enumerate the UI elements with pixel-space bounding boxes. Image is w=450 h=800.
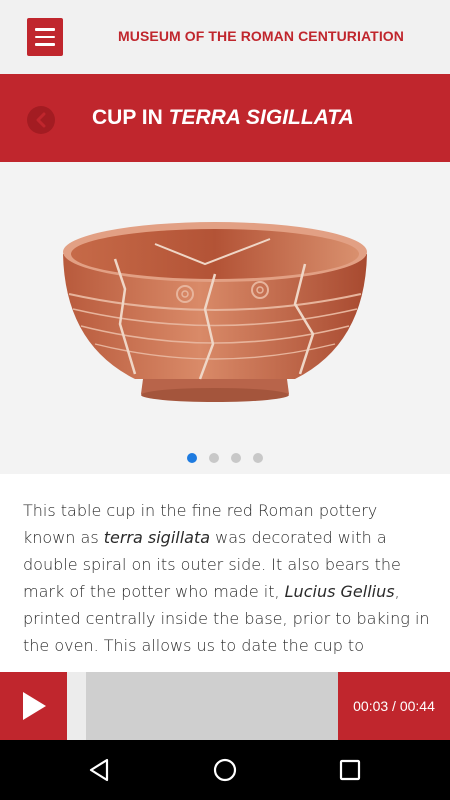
gallery-dot[interactable]: [187, 453, 197, 463]
nav-back-icon[interactable]: [88, 758, 110, 782]
gallery-pagination: [0, 453, 450, 463]
description-italic-term: terra sigillata: [103, 528, 211, 547]
gallery-dot[interactable]: [231, 453, 241, 463]
audio-progress-track[interactable]: [86, 672, 338, 740]
artifact-description: This table cup in the fine red Roman pot…: [23, 497, 433, 672]
menu-line: [35, 28, 55, 31]
app-title: MUSEUM OF THE ROMAN CENTURIATION: [117, 28, 405, 44]
gallery-dot[interactable]: [209, 453, 219, 463]
audio-time: 00:03 / 00:44: [338, 672, 450, 740]
play-icon[interactable]: [0, 672, 67, 740]
app-bar: MUSEUM OF THE ROMAN CENTURIATION: [0, 0, 450, 74]
description-italic-name: Lucius Gellius: [284, 582, 395, 601]
page-header: CUP IN TERRA SIGILLATA: [0, 74, 450, 162]
gallery-dot[interactable]: [253, 453, 263, 463]
terra-sigillata-cup-image: [63, 222, 367, 402]
image-gallery[interactable]: [0, 162, 450, 474]
menu-line: [35, 35, 55, 39]
nav-recent-apps-icon[interactable]: [339, 759, 361, 781]
page-title-italic: TERRA SIGILLATA: [168, 106, 354, 129]
system-navigation-bar: [0, 740, 450, 800]
menu-line: [35, 43, 55, 46]
nav-home-icon[interactable]: [213, 758, 237, 782]
chevron-left-icon[interactable]: [27, 106, 55, 134]
page-title-prefix: CUP IN: [92, 106, 169, 129]
hamburger-menu-icon[interactable]: [27, 18, 63, 56]
page-title: CUP IN TERRA SIGILLATA: [92, 106, 354, 130]
audio-player: 00:03 / 00:44: [0, 672, 450, 740]
